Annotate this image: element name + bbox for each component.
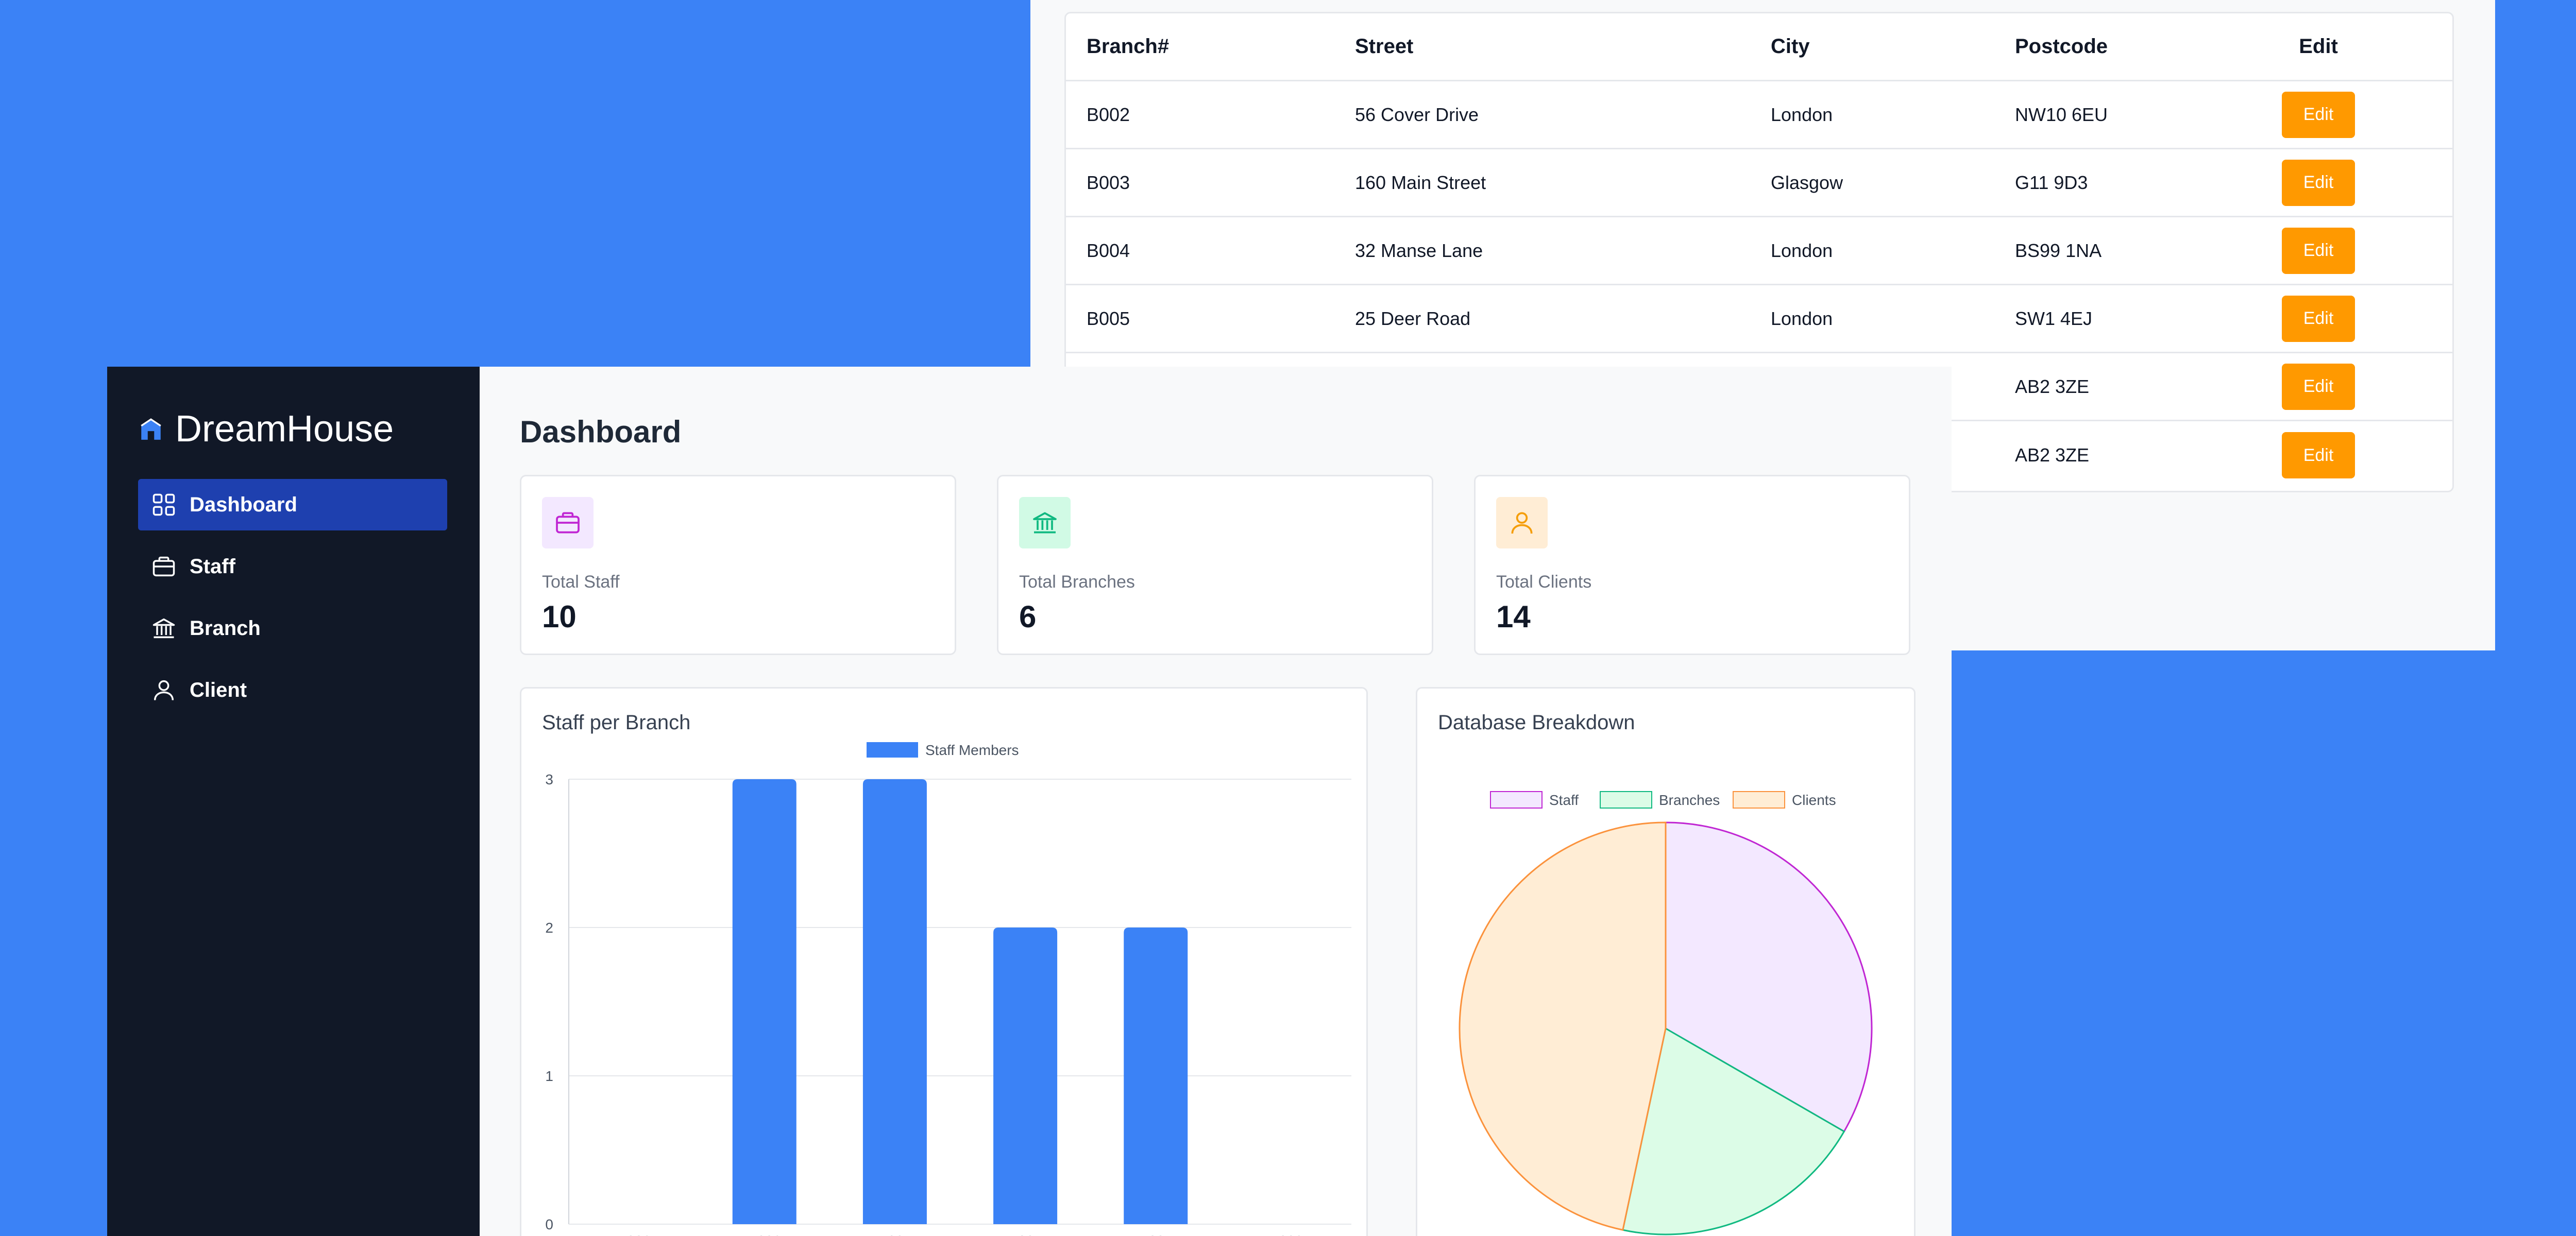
table-row: B005 25 Deer Road London SW1 4EJ Edit — [1066, 285, 2452, 353]
table-header-row: Branch# Street City Postcode Edit — [1066, 13, 2452, 81]
briefcase-icon — [152, 556, 175, 577]
cell-street: 32 Manse Lane — [1355, 239, 1483, 261]
cell-street: 25 Deer Road — [1355, 307, 1471, 329]
cell-branch: B005 — [1087, 307, 1130, 329]
sidebar-item-label: Staff — [190, 555, 235, 578]
dashboard-window: DreamHouse Dashboard Staff Branch Client Da… — [107, 367, 1952, 1236]
cell-postcode: AB2 3ZE — [2015, 444, 2090, 466]
edit-button[interactable]: Edit — [2282, 295, 2355, 342]
sidebar-item-client[interactable]: Client — [138, 664, 447, 716]
sidebar-item-branch[interactable]: Branch — [138, 603, 447, 654]
cell-branch: B003 — [1087, 171, 1130, 193]
pie-slice-clients[interactable] — [1459, 821, 1667, 1231]
stat-icon-badge — [1496, 497, 1548, 548]
x-tick-label: B005 — [1008, 1233, 1042, 1236]
column-header-branch: Branch# — [1087, 35, 1170, 58]
cell-city: London — [1771, 104, 1833, 125]
legend-swatch — [867, 742, 918, 758]
edit-button[interactable]: Edit — [2282, 227, 2355, 274]
bar-B005[interactable] — [993, 928, 1058, 1224]
bar-B003[interactable] — [732, 779, 796, 1224]
stat-label: Total Staff — [542, 572, 620, 592]
table-row: B003 160 Main Street Glasgow G11 9D3 Edit — [1066, 149, 2452, 217]
cell-postcode: BS99 1NA — [2015, 239, 2102, 261]
page-title: Dashboard — [520, 415, 682, 449]
x-tick-label: B004 — [878, 1233, 911, 1236]
edit-button[interactable]: Edit — [2282, 432, 2355, 478]
stat-card-total-staff: Total Staff 10 — [520, 475, 956, 655]
house-icon — [141, 418, 161, 440]
user-icon — [154, 680, 174, 700]
y-tick-label: 2 — [545, 920, 553, 936]
table-row: B002 56 Cover Drive London NW10 6EU Edit — [1066, 81, 2452, 149]
main-content: Dashboard Total Staff 10 Total Branches 6 To… — [480, 367, 1952, 1236]
bank-icon — [152, 618, 175, 639]
cell-city: London — [1771, 307, 1833, 329]
cell-branch: B004 — [1087, 239, 1130, 261]
column-header-postcode: Postcode — [2015, 35, 2108, 58]
staff-per-branch-chart: 0 1 2 3 B002 B003 B004 B005 B007 B008 Staff Member… — [545, 742, 1351, 1236]
x-tick-label: B002 — [617, 1233, 651, 1236]
legend-label: Staff Members — [925, 742, 1019, 758]
stat-label: Total Clients — [1496, 572, 1592, 592]
legend-swatch-staff — [1490, 791, 1543, 809]
x-tick-label: B008 — [1269, 1233, 1303, 1236]
y-tick-label: 1 — [545, 1068, 553, 1084]
stat-value: 10 — [542, 599, 577, 634]
briefcase-icon — [556, 512, 580, 534]
database-breakdown-chart: Staff Branches Clients — [1459, 791, 1873, 1235]
legend-label: Clients — [1792, 792, 1836, 808]
stat-icon-badge — [542, 497, 594, 548]
cell-postcode: SW1 4EJ — [2015, 307, 2093, 329]
sidebar: DreamHouse Dashboard Staff Branch Client — [107, 367, 480, 1236]
cell-postcode: G11 9D3 — [2015, 171, 2088, 193]
database-breakdown-card: Database Breakdown Staff Branches Clients — [1416, 687, 1916, 1236]
grid-icon — [152, 493, 175, 516]
column-header-street: Street — [1355, 35, 1414, 58]
cell-branch: B002 — [1087, 104, 1130, 125]
edit-button[interactable]: Edit — [2282, 91, 2355, 138]
sidebar-item-label: Client — [190, 678, 247, 701]
sidebar-item-dashboard[interactable]: Dashboard — [138, 479, 447, 530]
cell-city: Glasgow — [1771, 171, 1843, 193]
stat-card-total-branches: Total Branches 6 — [997, 475, 1433, 655]
column-header-edit: Edit — [2299, 35, 2338, 58]
bar-B004[interactable] — [862, 779, 927, 1224]
edit-button[interactable]: Edit — [2282, 159, 2355, 206]
x-tick-label: B007 — [1139, 1233, 1173, 1236]
cell-street: 56 Cover Drive — [1355, 104, 1479, 125]
cell-postcode: AB2 3ZE — [2015, 375, 2090, 397]
bar-B007[interactable] — [1124, 928, 1188, 1224]
stat-value: 14 — [1496, 599, 1531, 634]
column-header-city: City — [1771, 35, 1810, 58]
legend-label: Staff — [1549, 792, 1579, 808]
sidebar-item-staff[interactable]: Staff — [138, 541, 447, 592]
legend-swatch-branches — [1600, 791, 1652, 809]
stat-icon-badge — [1019, 497, 1071, 548]
sidebar-item-label: Branch — [190, 616, 261, 640]
table-row: B004 32 Manse Lane London BS99 1NA Edit — [1066, 217, 2452, 285]
cell-postcode: NW10 6EU — [2015, 104, 2108, 125]
app-logo[interactable]: DreamHouse — [138, 408, 394, 450]
staff-per-branch-card: Staff per Branch 0123B002B003B004B005B00… — [520, 687, 1368, 1236]
edit-button[interactable]: Edit — [2282, 363, 2355, 410]
stat-card-total-clients: Total Clients 14 — [1474, 475, 1910, 655]
stat-label: Total Branches — [1019, 572, 1135, 592]
cell-street: 160 Main Street — [1355, 171, 1486, 193]
y-tick-label: 0 — [545, 1216, 553, 1232]
legend-label: Branches — [1659, 792, 1720, 808]
sidebar-item-label: Dashboard — [190, 493, 297, 516]
user-icon — [1511, 512, 1533, 534]
app-name: DreamHouse — [175, 408, 394, 450]
cell-city: London — [1771, 239, 1833, 261]
x-tick-label: B003 — [748, 1233, 781, 1236]
stat-value: 6 — [1019, 599, 1037, 634]
legend-swatch-clients — [1733, 791, 1785, 809]
bank-icon — [1033, 512, 1057, 534]
y-tick-label: 3 — [545, 771, 553, 787]
